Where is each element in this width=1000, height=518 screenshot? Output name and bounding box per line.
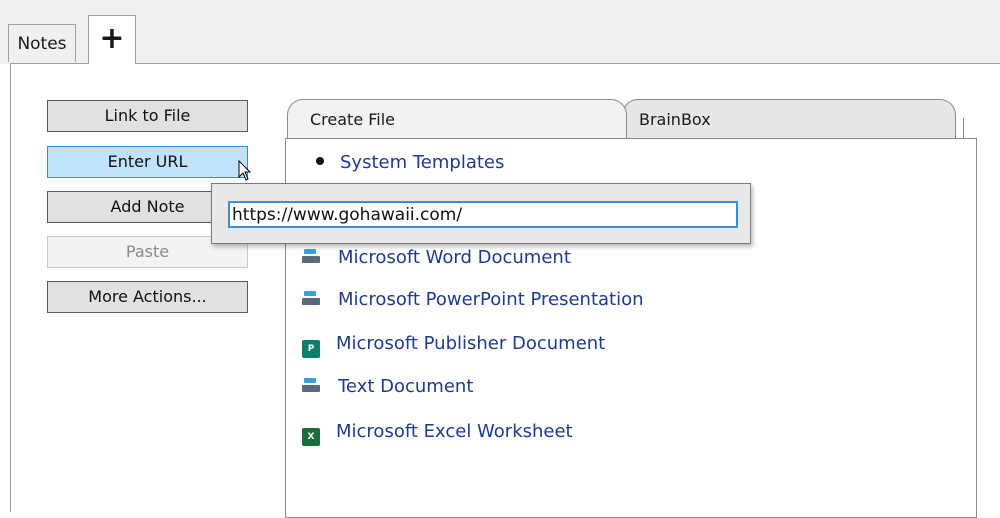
excel-icon: X xyxy=(302,428,320,446)
list-item-label: Microsoft Publisher Document xyxy=(336,333,606,354)
window-tab-bar xyxy=(0,0,1000,64)
list-item-label: Microsoft Excel Worksheet xyxy=(336,421,573,442)
section-system-templates[interactable]: System Templates xyxy=(302,151,504,175)
list-item[interactable]: P Microsoft Publisher Document xyxy=(302,332,605,358)
template-icon xyxy=(302,378,322,394)
list-item[interactable]: Microsoft PowerPoint Presentation xyxy=(302,288,644,312)
link-to-file-button[interactable]: Link to File xyxy=(47,100,248,132)
section-label: System Templates xyxy=(340,152,505,173)
tab-bar-divider xyxy=(10,63,1000,64)
content-frame-border xyxy=(10,63,11,512)
tab-notes[interactable]: Notes xyxy=(8,24,76,62)
publisher-icon: P xyxy=(302,340,320,358)
mouse-cursor-icon xyxy=(238,160,252,181)
list-item[interactable]: X Microsoft Excel Worksheet xyxy=(302,420,573,446)
url-input[interactable] xyxy=(228,201,738,228)
tab-brainbox[interactable]: BrainBox xyxy=(622,99,964,138)
list-item[interactable]: Text Document xyxy=(302,375,473,399)
enter-url-button[interactable]: Enter URL xyxy=(47,146,248,178)
template-icon xyxy=(302,249,322,265)
list-item[interactable]: Microsoft Word Document xyxy=(302,246,571,270)
tab-brainbox-label: BrainBox xyxy=(639,110,711,129)
template-icon xyxy=(302,291,322,307)
more-actions-button[interactable]: More Actions... xyxy=(47,281,248,313)
list-item-label: Text Document xyxy=(338,376,474,397)
bullet-icon xyxy=(316,157,324,165)
list-item-label: Microsoft PowerPoint Presentation xyxy=(338,289,644,310)
tab-create-file-label: Create File xyxy=(310,110,396,129)
tab-create-file[interactable]: Create File xyxy=(287,99,627,138)
url-popup xyxy=(211,183,751,244)
list-item-label: Microsoft Word Document xyxy=(338,247,571,268)
add-tab-button[interactable]: + xyxy=(88,15,136,64)
